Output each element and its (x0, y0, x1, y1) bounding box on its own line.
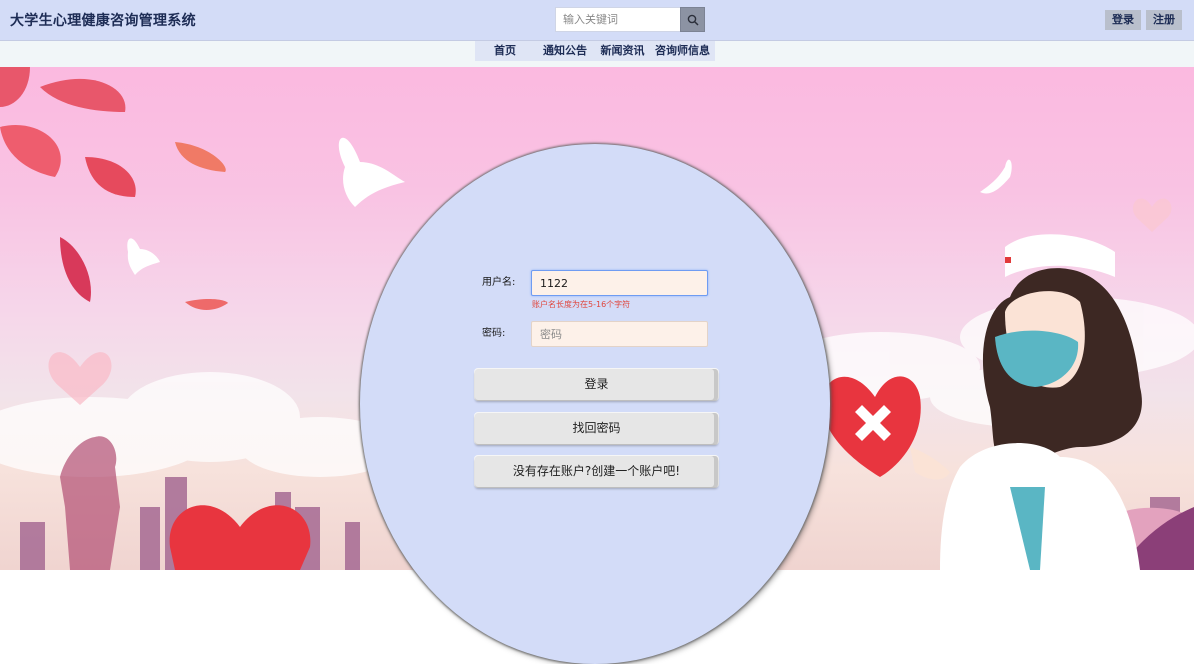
nav-item-home[interactable]: 首页 (475, 41, 535, 61)
username-input[interactable] (531, 270, 708, 296)
search-button[interactable] (680, 7, 705, 32)
login-button[interactable]: 登录 (475, 369, 718, 400)
search-input[interactable] (555, 7, 680, 32)
heart-icon (169, 505, 311, 570)
search-bar (555, 7, 705, 32)
create-account-button[interactable]: 没有存在账户?创建一个账户吧! (475, 456, 718, 487)
search-icon (687, 14, 699, 26)
header-register-button[interactable]: 注册 (1146, 10, 1182, 30)
login-panel (360, 144, 830, 664)
password-label: 密码: (482, 328, 506, 339)
header-login-button[interactable]: 登录 (1105, 10, 1141, 30)
nav-item-news[interactable]: 新闻资讯 (595, 41, 650, 61)
username-error-message: 账户名长度为在5-16个字符 (532, 300, 631, 309)
nav-menu: 首页 通知公告 新闻资讯 咨询师信息 (475, 41, 715, 61)
heart-icon (1132, 198, 1172, 232)
heart-icon (48, 352, 112, 405)
top-header: 大学生心理健康咨询管理系统 登录 注册 (0, 0, 1194, 41)
recover-password-button[interactable]: 找回密码 (475, 413, 718, 444)
app-title: 大学生心理健康咨询管理系统 (10, 13, 196, 29)
password-input[interactable] (531, 321, 708, 347)
leaf-icon (0, 67, 228, 310)
nav-item-notices[interactable]: 通知公告 (535, 41, 595, 61)
username-label: 用户名: (482, 277, 516, 288)
nav-bar: 首页 通知公告 新闻资讯 咨询师信息 (0, 41, 1194, 67)
nav-item-counselors[interactable]: 咨询师信息 (650, 41, 715, 61)
